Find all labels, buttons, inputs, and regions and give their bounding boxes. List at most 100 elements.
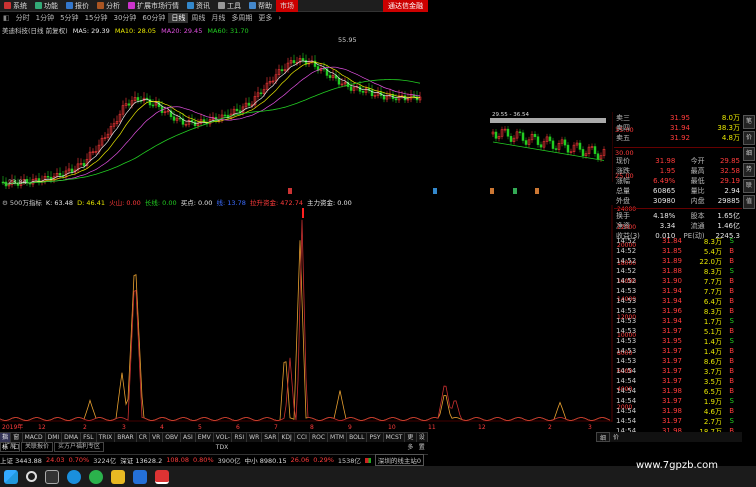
tick-row[interactable]: 14:52 31.89 22.0万 B <box>614 257 742 267</box>
sidebar-tab[interactable]: 联 <box>743 179 755 193</box>
indicator-tab[interactable]: FSL <box>81 433 97 442</box>
tick-row[interactable]: 14:53 31.97 5.1万 B <box>614 327 742 337</box>
tick-row[interactable]: 14:53 31.96 8.3万 B <box>614 307 742 317</box>
tick-row[interactable]: 14:53 31.94 6.4万 B <box>614 297 742 307</box>
sh-index[interactable]: 上证 3443.88 <box>0 455 42 465</box>
period-15min[interactable]: 15分钟 <box>82 13 111 23</box>
tick-row[interactable]: 14:54 31.97 2.7万 S <box>614 417 742 427</box>
candlestick-chart[interactable]: 55.95 23.84 <box>0 32 428 192</box>
event-marker-4[interactable] <box>513 188 517 194</box>
market-tab[interactable]: 市场 <box>276 0 298 12</box>
indicator-tab[interactable]: MCST <box>384 433 406 442</box>
indicator-tab[interactable]: CR <box>137 433 150 442</box>
period-monthly[interactable]: 月线 <box>208 13 228 23</box>
sidebar-tab[interactable]: 价 <box>743 131 755 145</box>
wechat-icon[interactable] <box>89 469 103 484</box>
tick-row[interactable]: 14:53 31.97 1.4万 B <box>614 347 742 357</box>
tick-row[interactable]: 14:54 31.98 6.5万 B <box>614 387 742 397</box>
period-1min[interactable]: 1分钟 <box>33 13 57 23</box>
zx-index[interactable]: 中小 8980.15 <box>245 455 287 465</box>
event-marker-5[interactable] <box>535 188 539 194</box>
indicator-tab[interactable]: KDJ <box>279 433 295 442</box>
indicator-tab[interactable]: 更多 <box>405 433 417 451</box>
menu-item-quote[interactable]: 报价 <box>62 0 93 12</box>
period-30min[interactable]: 30分钟 <box>110 13 139 23</box>
menu-item-function[interactable]: 功能 <box>31 0 62 12</box>
indicator-tab[interactable]: ROC <box>310 433 329 442</box>
sidebar-tab[interactable]: 值 <box>743 195 755 209</box>
sz-index[interactable]: 深证 13628.2 <box>120 455 162 465</box>
menu-item-help[interactable]: 帮助 <box>245 0 276 12</box>
indicator-tab[interactable]: PSY <box>367 433 384 442</box>
tick-row[interactable]: 14:54 31.97 3.5万 B <box>614 377 742 387</box>
event-marker-2[interactable] <box>433 188 437 194</box>
indicator-tab[interactable]: BOLL <box>347 433 368 442</box>
tick-row[interactable]: 14:54 31.98 4.6万 B <box>614 407 742 417</box>
search-icon[interactable] <box>26 471 37 482</box>
tick-row[interactable]: 14:54 31.97 1.9万 S <box>614 397 742 407</box>
indicator-tab[interactable]: 窗口 <box>11 433 23 451</box>
sidebar-tab[interactable]: 笔 <box>743 115 755 129</box>
folder-icon[interactable] <box>111 469 125 484</box>
tick-direction: B <box>729 277 734 285</box>
tick-row[interactable]: 14:52 31.90 7.7万 B <box>614 277 742 287</box>
extended-tab[interactable]: 扩展 <box>0 442 21 452</box>
event-marker-1[interactable] <box>288 188 292 194</box>
menu-item-extended-market[interactable]: 扩展市场行情 <box>124 0 183 12</box>
menu-item-news[interactable]: 资讯 <box>183 0 214 12</box>
tick-row[interactable]: 14:53 31.94 7.7万 B <box>614 287 742 297</box>
menu-item-tools[interactable]: 工具 <box>214 0 245 12</box>
period-icon[interactable]: ◧ <box>0 14 13 22</box>
indicator-tab[interactable]: MACD <box>23 433 46 442</box>
tab-detail[interactable]: 细 <box>596 432 611 442</box>
menu-item-system[interactable]: 系统 <box>0 0 31 12</box>
store-icon[interactable] <box>133 469 147 484</box>
extended-tab[interactable]: 关联报价 <box>21 442 54 452</box>
indicator-tab[interactable]: ASI <box>181 433 196 442</box>
edge-icon[interactable] <box>67 469 81 484</box>
indicator-tab[interactable]: 设置 <box>417 433 429 451</box>
indicator-tab[interactable]: VOL-TDX <box>214 433 233 451</box>
extended-tab[interactable]: 买方户福利专区 <box>54 442 105 452</box>
period-more[interactable]: 更多 <box>255 13 275 23</box>
tick-row[interactable]: 14:53 31.94 1.7万 S <box>614 317 742 327</box>
tick-row[interactable]: 14:54 31.97 3.7万 B <box>614 367 742 377</box>
tab-price[interactable]: 价 <box>610 432 622 442</box>
period-60min[interactable]: 60分钟 <box>139 13 168 23</box>
indicator-tab[interactable]: OBV <box>163 433 182 442</box>
chevron-right-icon[interactable]: › <box>275 14 284 22</box>
period-5min[interactable]: 5分钟 <box>57 13 81 23</box>
indicator-tab[interactable]: BRAR <box>115 433 137 442</box>
tick-row[interactable]: 14:52 31.88 8.3万 S <box>614 267 742 277</box>
period-multi[interactable]: 多周期 <box>228 13 255 23</box>
indicator-tab[interactable]: MTM <box>328 433 348 442</box>
menu-item-analysis[interactable]: 分析 <box>93 0 124 12</box>
indicator-tab[interactable]: CCI <box>295 433 310 442</box>
sidebar-tab[interactable]: 势 <box>743 163 755 177</box>
sidebar-tab[interactable]: 细 <box>743 147 755 161</box>
indicator-tab[interactable]: SAR <box>262 433 280 442</box>
candle-body <box>178 117 182 120</box>
indicator-tab[interactable]: RSI <box>232 433 248 442</box>
period-daily[interactable]: 日线 <box>168 13 189 23</box>
tdx-app-icon[interactable] <box>155 469 169 484</box>
indicator-tab[interactable]: DMI <box>46 433 63 442</box>
indicator-tab[interactable]: DMA <box>62 433 82 442</box>
period-time-sharing[interactable]: 分时 <box>13 13 33 23</box>
indicator-tab[interactable]: TRIX <box>97 433 116 442</box>
zoom-chart[interactable]: 29.55 - 36.54 <box>490 112 610 172</box>
indicator-tab[interactable]: EMV <box>196 433 214 442</box>
tick-row[interactable]: 14:52 31.85 5.4万 B <box>614 247 742 257</box>
indicator-tab[interactable]: 指标 <box>0 433 12 451</box>
tick-row[interactable]: 14:53 31.97 8.6万 B <box>614 357 742 367</box>
tick-row[interactable]: 14:52 31.84 8.3万 S <box>614 237 742 247</box>
indicator-chart[interactable] <box>0 205 614 422</box>
task-view-icon[interactable] <box>45 469 59 484</box>
tick-row[interactable]: 14:53 31.95 1.4万 S <box>614 337 742 347</box>
windows-start-icon[interactable] <box>4 469 18 484</box>
indicator-tab[interactable]: VR <box>150 433 164 442</box>
indicator-tab[interactable]: WR <box>247 433 263 442</box>
tick-list[interactable]: 14:52 31.84 8.3万 S 14:52 31.85 5.4万 B 14:52 31.89… <box>614 237 742 437</box>
period-weekly[interactable]: 周线 <box>188 13 208 23</box>
event-marker-3[interactable] <box>490 188 494 194</box>
